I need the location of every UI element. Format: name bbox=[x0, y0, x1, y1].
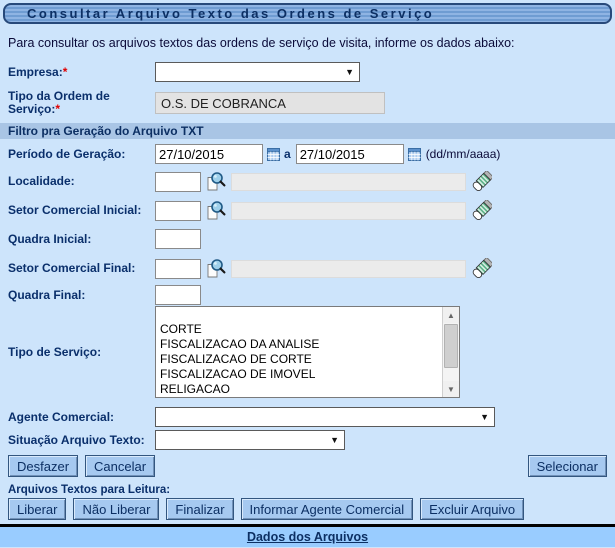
localidade-label: Localidade: bbox=[8, 175, 155, 188]
listbox-scrollbar[interactable]: ▲ ▼ bbox=[442, 307, 459, 397]
periodo-fim-input[interactable] bbox=[296, 144, 404, 164]
selecionar-button[interactable]: Selecionar bbox=[528, 455, 607, 477]
quadra-inicial-input[interactable] bbox=[155, 229, 201, 249]
localidade-code-input[interactable] bbox=[155, 172, 201, 192]
quadra-final-input[interactable] bbox=[155, 285, 201, 305]
periodo-inicio-input[interactable] bbox=[155, 144, 263, 164]
tipo-servico-label: Tipo de Serviço: bbox=[8, 346, 155, 359]
search-lookup-icon[interactable] bbox=[205, 258, 226, 279]
setor-inicial-code-input[interactable] bbox=[155, 201, 201, 221]
desfazer-button[interactable]: Desfazer bbox=[8, 455, 78, 477]
situacao-select[interactable]: ▼ bbox=[155, 430, 345, 450]
tipo-ordem-readonly-field: O.S. DE COBRANCA bbox=[155, 92, 385, 114]
tipo-servico-option[interactable] bbox=[156, 307, 442, 322]
page-title: Consultar Arquivo Texto das Ordens de Se… bbox=[27, 6, 434, 21]
row-periodo: Período de Geração: a (dd/mm/aaaa) bbox=[8, 144, 615, 164]
calendar-icon[interactable] bbox=[408, 148, 421, 161]
search-lookup-icon[interactable] bbox=[205, 171, 226, 192]
chevron-down-icon: ▼ bbox=[345, 67, 359, 77]
row-quadra-final: Quadra Final: bbox=[8, 285, 615, 305]
tipo-servico-option[interactable]: RELIGACAO bbox=[156, 382, 442, 397]
situacao-label: Situação Arquivo Texto: bbox=[8, 434, 155, 447]
tipo-servico-listbox[interactable]: CORTEFISCALIZACAO DA ANALISEFISCALIZACAO… bbox=[155, 306, 460, 398]
tipo-servico-option[interactable]: FISCALIZACAO DE IMOVEL bbox=[156, 367, 442, 382]
search-lookup-icon[interactable] bbox=[205, 200, 226, 221]
calendar-icon[interactable] bbox=[267, 148, 280, 161]
agente-label: Agente Comercial: bbox=[8, 411, 155, 424]
date-format-hint: (dd/mm/aaaa) bbox=[426, 147, 501, 161]
row-situacao: Situação Arquivo Texto: ▼ bbox=[8, 430, 615, 450]
tipo-servico-options: CORTEFISCALIZACAO DA ANALISEFISCALIZACAO… bbox=[156, 307, 442, 398]
page-title-bar: Consultar Arquivo Texto das Ordens de Se… bbox=[3, 3, 612, 24]
dados-dos-arquivos-link[interactable]: Dados dos Arquivos bbox=[247, 530, 368, 544]
row-localidade: Localidade: bbox=[8, 171, 615, 192]
clear-eraser-icon[interactable] bbox=[471, 171, 492, 192]
nao-liberar-button[interactable]: Não Liberar bbox=[73, 498, 159, 520]
informar-agente-comercial-button[interactable]: Informar Agente Comercial bbox=[241, 498, 414, 520]
intro-text: Para consultar os arquivos textos das or… bbox=[8, 36, 607, 50]
empresa-select[interactable]: ▼ bbox=[155, 62, 360, 82]
row-quadra-inicial: Quadra Inicial: bbox=[8, 229, 615, 249]
excluir-arquivo-button[interactable]: Excluir Arquivo bbox=[420, 498, 524, 520]
setor-inicial-description-field bbox=[231, 202, 466, 220]
tipo-servico-option[interactable]: RESTABELECIMENTO DE LIGACAO bbox=[156, 397, 442, 398]
cancelar-button[interactable]: Cancelar bbox=[85, 455, 155, 477]
action-button-row: Desfazer Cancelar Selecionar bbox=[8, 455, 607, 477]
finalizar-button[interactable]: Finalizar bbox=[166, 498, 233, 520]
required-marker: * bbox=[63, 65, 68, 79]
setor-inicial-label: Setor Comercial Inicial: bbox=[8, 204, 155, 217]
row-tipo-servico: Tipo de Serviço: CORTEFISCALIZACAO DA AN… bbox=[8, 306, 615, 398]
row-agente: Agente Comercial: ▼ bbox=[8, 407, 615, 427]
required-marker: * bbox=[55, 102, 60, 116]
leitura-button-row: Liberar Não Liberar Finalizar Informar A… bbox=[8, 498, 607, 520]
setor-final-code-input[interactable] bbox=[155, 259, 201, 279]
periodo-separator: a bbox=[284, 147, 291, 161]
agente-select[interactable]: ▼ bbox=[155, 407, 495, 427]
liberar-button[interactable]: Liberar bbox=[8, 498, 66, 520]
scrollbar-thumb[interactable] bbox=[444, 324, 458, 368]
scroll-down-icon[interactable]: ▼ bbox=[443, 381, 459, 397]
tipo-servico-option[interactable]: CORTE bbox=[156, 322, 442, 337]
row-setor-inicial: Setor Comercial Inicial: bbox=[8, 200, 615, 221]
tipo-servico-option[interactable]: FISCALIZACAO DA ANALISE bbox=[156, 337, 442, 352]
clear-eraser-icon[interactable] bbox=[471, 200, 492, 221]
footer-band: Dados dos Arquivos bbox=[0, 527, 615, 547]
localidade-description-field bbox=[231, 173, 466, 191]
scroll-up-icon[interactable]: ▲ bbox=[443, 307, 459, 323]
leitura-section-label: Arquivos Textos para Leitura: bbox=[8, 484, 607, 496]
quadra-final-label: Quadra Final: bbox=[8, 289, 155, 302]
chevron-down-icon: ▼ bbox=[330, 435, 344, 445]
tipo-servico-option[interactable]: FISCALIZACAO DE CORTE bbox=[156, 352, 442, 367]
chevron-down-icon: ▼ bbox=[480, 412, 494, 422]
empresa-label: Empresa:* bbox=[8, 66, 155, 79]
clear-eraser-icon[interactable] bbox=[471, 258, 492, 279]
periodo-label: Período de Geração: bbox=[8, 148, 155, 161]
row-setor-final: Setor Comercial Final: bbox=[8, 258, 615, 279]
tipo-ordem-label: Tipo da Ordem de Serviço:* bbox=[8, 90, 155, 116]
filtro-section-header: Filtro pra Geração do Arquivo TXT bbox=[0, 123, 615, 139]
row-empresa: Empresa:* ▼ bbox=[8, 62, 615, 82]
setor-final-label: Setor Comercial Final: bbox=[8, 262, 155, 275]
setor-final-description-field bbox=[231, 260, 466, 278]
row-tipo-ordem: Tipo da Ordem de Serviço:* O.S. DE COBRA… bbox=[8, 86, 615, 120]
quadra-inicial-label: Quadra Inicial: bbox=[8, 233, 155, 246]
